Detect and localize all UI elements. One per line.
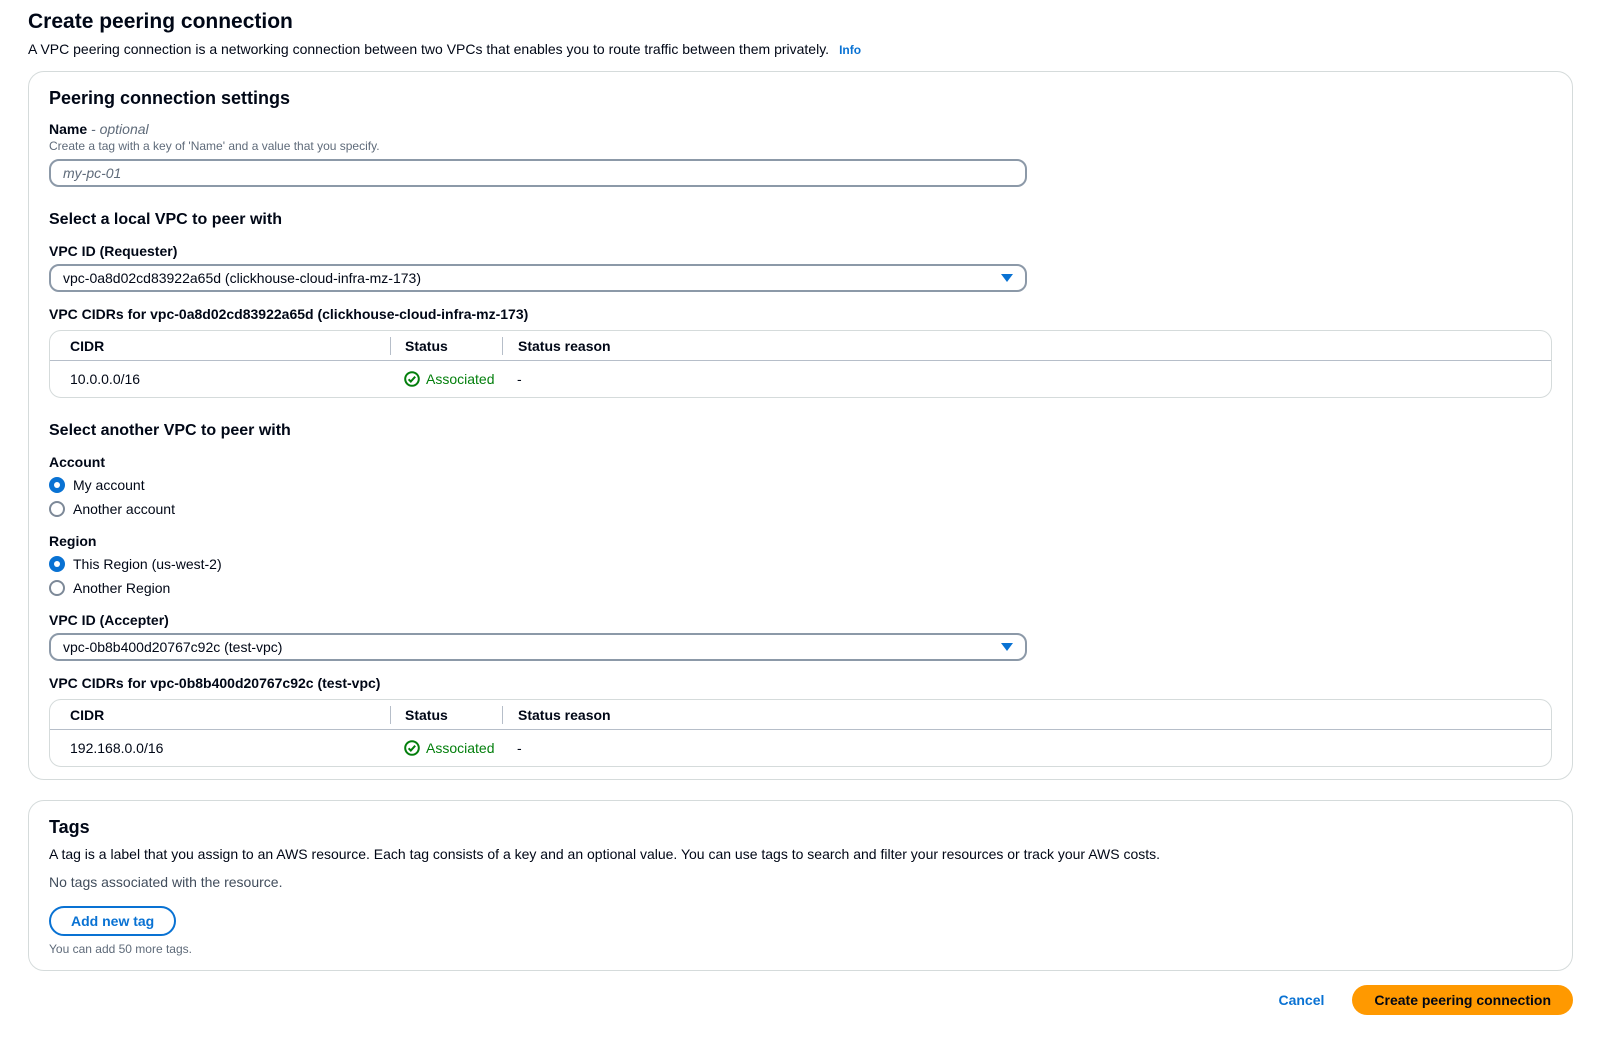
vpc-requester-selected-value: vpc-0a8d02cd83922a65d (clickhouse-cloud-… (63, 270, 421, 286)
radio-option-another-region[interactable]: Another Region (49, 578, 1552, 598)
check-circle-icon (404, 740, 420, 756)
peering-connection-settings-card: Peering connection settings Name - optio… (28, 71, 1573, 780)
column-header-status-reason: Status reason (502, 337, 1551, 355)
tags-card-title: Tags (49, 817, 1552, 838)
table-header-row: CIDR Status Status reason (50, 700, 1551, 730)
page-description: A VPC peering connection is a networking… (28, 41, 1573, 57)
table-header-row: CIDR Status Status reason (50, 331, 1551, 361)
info-link[interactable]: Info (839, 43, 861, 57)
chevron-down-icon (1001, 274, 1013, 282)
radio-unselected-icon[interactable] (49, 501, 65, 517)
local-cidrs-table-label: VPC CIDRs for vpc-0a8d02cd83922a65d (cli… (49, 306, 1552, 322)
radio-option-my-account[interactable]: My account (49, 475, 1552, 495)
region-group-label: Region (49, 533, 1552, 549)
cancel-button[interactable]: Cancel (1278, 992, 1324, 1008)
vpc-accepter-select[interactable]: vpc-0b8b400d20767c92c (test-vpc) (49, 633, 1027, 661)
column-header-status: Status (390, 337, 502, 355)
tags-empty-text: No tags associated with the resource. (49, 874, 1552, 890)
name-help-text: Create a tag with a key of 'Name' and a … (49, 139, 1552, 153)
vpc-requester-select[interactable]: vpc-0a8d02cd83922a65d (clickhouse-cloud-… (49, 264, 1027, 292)
another-vpc-section-title: Select another VPC to peer with (49, 422, 1552, 440)
tags-description: A tag is a label that you assign to an A… (49, 846, 1552, 862)
cidr-value: 192.168.0.0/16 (50, 740, 390, 756)
column-header-status-reason: Status reason (502, 706, 1551, 724)
settings-card-title: Peering connection settings (49, 88, 1552, 109)
status-badge: Associated (404, 371, 502, 387)
create-peering-connection-page: Create peering connection A VPC peering … (0, 0, 1600, 1015)
form-actions: Cancel Create peering connection (28, 985, 1573, 1015)
name-field: Name - optional Create a tag with a key … (49, 121, 1552, 187)
chevron-down-icon (1001, 643, 1013, 651)
table-row: 192.168.0.0/16 Associated - (50, 730, 1551, 766)
page-title: Create peering connection (28, 10, 1573, 34)
status-text: Associated (426, 740, 494, 756)
table-row: 10.0.0.0/16 Associated - (50, 361, 1551, 397)
radio-option-label: This Region (us-west-2) (73, 556, 222, 572)
cidr-value: 10.0.0.0/16 (50, 371, 390, 387)
check-circle-icon (404, 371, 420, 387)
tags-card: Tags A tag is a label that you assign to… (28, 800, 1573, 971)
add-new-tag-button[interactable]: Add new tag (49, 906, 176, 936)
vpc-requester-label: VPC ID (Requester) (49, 243, 1552, 259)
radio-selected-icon[interactable] (49, 556, 65, 572)
radio-option-another-account[interactable]: Another account (49, 499, 1552, 519)
status-text: Associated (426, 371, 494, 387)
radio-selected-icon[interactable] (49, 477, 65, 493)
column-header-cidr: CIDR (50, 707, 390, 723)
tags-constraint-text: You can add 50 more tags. (49, 942, 1552, 956)
status-reason-value: - (502, 740, 1551, 756)
radio-unselected-icon[interactable] (49, 580, 65, 596)
vpc-accepter-selected-value: vpc-0b8b400d20767c92c (test-vpc) (63, 639, 282, 655)
status-reason-value: - (502, 371, 1551, 387)
radio-option-label: Another account (73, 501, 175, 517)
name-label: Name (49, 121, 87, 137)
radio-option-label: Another Region (73, 580, 170, 596)
radio-option-this-region[interactable]: This Region (us-west-2) (49, 554, 1552, 574)
status-badge: Associated (404, 740, 502, 756)
account-group-label: Account (49, 454, 1552, 470)
create-peering-connection-button[interactable]: Create peering connection (1352, 985, 1573, 1015)
local-vpc-section-title: Select a local VPC to peer with (49, 211, 1552, 229)
radio-option-label: My account (73, 477, 145, 493)
local-cidrs-table: CIDR Status Status reason 10.0.0.0/16 As… (49, 330, 1552, 398)
accepter-cidrs-table: CIDR Status Status reason 192.168.0.0/16… (49, 699, 1552, 767)
column-header-cidr: CIDR (50, 338, 390, 354)
name-optional-suffix: - optional (91, 121, 149, 137)
column-header-status: Status (390, 706, 502, 724)
name-input[interactable] (49, 159, 1027, 187)
accepter-cidrs-table-label: VPC CIDRs for vpc-0b8b400d20767c92c (tes… (49, 675, 1552, 691)
vpc-accepter-label: VPC ID (Accepter) (49, 612, 1552, 628)
